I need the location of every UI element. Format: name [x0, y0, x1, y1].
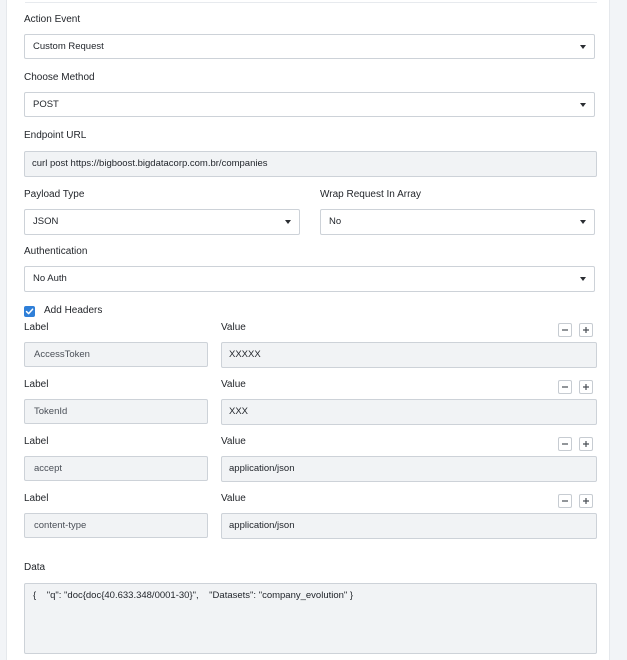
payload-type-label: Payload Type	[24, 189, 85, 200]
wrap-request-label: Wrap Request In Array	[320, 189, 421, 200]
choose-method-label: Choose Method	[24, 72, 95, 83]
header-label-input[interactable]: TokenId	[24, 399, 208, 424]
add-headers-checkbox[interactable]	[24, 306, 35, 317]
checkmark-icon	[25, 308, 34, 315]
header-value-title: Value	[221, 322, 246, 333]
add-headers-label: Add Headers	[44, 305, 103, 316]
header-value-input[interactable]: application/json	[221, 456, 597, 482]
wrap-request-select[interactable]: No	[320, 209, 595, 235]
plus-icon	[583, 384, 589, 390]
header-label-title: Label	[24, 493, 49, 504]
add-header-button[interactable]	[579, 323, 593, 337]
header-label-input[interactable]: accept	[24, 456, 208, 481]
chevron-down-icon	[580, 220, 586, 224]
plus-icon	[583, 441, 589, 447]
remove-header-button[interactable]	[558, 437, 572, 451]
plus-icon	[583, 327, 589, 333]
payload-type-value: JSON	[33, 216, 59, 227]
data-textarea[interactable]: { "q": "doc{doc{40.633.348/0001-30}", "D…	[24, 583, 597, 654]
header-label-title: Label	[24, 436, 49, 447]
header-value-title: Value	[221, 436, 246, 447]
choose-method-value: POST	[33, 99, 59, 110]
header-value-input[interactable]: application/json	[221, 513, 597, 539]
header-label-input[interactable]: content-type	[24, 513, 208, 538]
add-header-button[interactable]	[579, 494, 593, 508]
minus-icon	[562, 329, 568, 331]
chevron-down-icon	[580, 277, 586, 281]
add-header-button[interactable]	[579, 437, 593, 451]
header-label-input[interactable]: AccessToken	[24, 342, 208, 367]
plus-icon	[583, 498, 589, 504]
remove-header-button[interactable]	[558, 323, 572, 337]
payload-type-select[interactable]: JSON	[24, 209, 300, 235]
minus-icon	[562, 386, 568, 388]
header-value-input[interactable]: XXXXX	[221, 342, 597, 368]
authentication-value: No Auth	[33, 273, 67, 284]
remove-header-button[interactable]	[558, 380, 572, 394]
chevron-down-icon	[580, 45, 586, 49]
action-event-select[interactable]: Custom Request	[24, 34, 595, 59]
chevron-down-icon	[285, 220, 291, 224]
action-event-label: Action Event	[24, 14, 81, 25]
wrap-request-value: No	[329, 216, 342, 227]
remove-header-button[interactable]	[558, 494, 572, 508]
chevron-down-icon	[580, 103, 586, 107]
minus-icon	[562, 500, 568, 502]
header-value-title: Value	[221, 379, 246, 390]
add-header-button[interactable]	[579, 380, 593, 394]
minus-icon	[562, 443, 568, 445]
endpoint-url-input[interactable]: curl post https://bigboost.bigdatacorp.c…	[24, 151, 597, 177]
header-label-title: Label	[24, 379, 49, 390]
divider	[25, 2, 597, 3]
choose-method-select[interactable]: POST	[24, 92, 595, 117]
authentication-select[interactable]: No Auth	[24, 266, 595, 292]
data-label: Data	[24, 562, 46, 573]
header-value-input[interactable]: XXX	[221, 399, 597, 425]
action-event-value: Custom Request	[33, 41, 104, 52]
header-value-title: Value	[221, 493, 246, 504]
endpoint-url-label: Endpoint URL	[24, 130, 87, 141]
header-label-title: Label	[24, 322, 49, 333]
authentication-label: Authentication	[24, 246, 88, 257]
